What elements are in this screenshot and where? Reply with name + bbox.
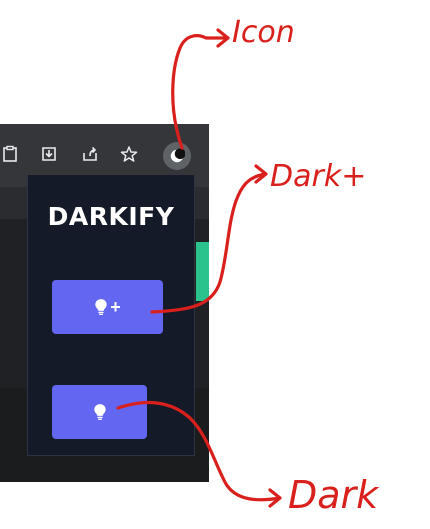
- popup-title: DARKIFY: [47, 202, 175, 231]
- annotation-label-dark: Dark: [288, 473, 380, 517]
- annotation-label-icon: Icon: [232, 15, 295, 50]
- darkify-popup: DARKIFY +: [27, 175, 195, 456]
- share-icon[interactable]: [76, 140, 104, 168]
- dark-button[interactable]: [52, 385, 147, 439]
- moon-icon: [170, 148, 185, 163]
- dark-plus-button[interactable]: +: [52, 280, 163, 334]
- download-icon[interactable]: [35, 140, 63, 168]
- darkify-extension-button[interactable]: [163, 142, 191, 170]
- annotation-label-dark-plus: Dark+: [270, 159, 366, 194]
- page-side-tab: [196, 242, 209, 301]
- star-icon[interactable]: [115, 140, 143, 168]
- plus-sign: +: [110, 296, 121, 317]
- lightbulb-icon: [95, 299, 107, 316]
- lightbulb-icon: [93, 404, 106, 421]
- clipboard-icon[interactable]: [0, 140, 24, 168]
